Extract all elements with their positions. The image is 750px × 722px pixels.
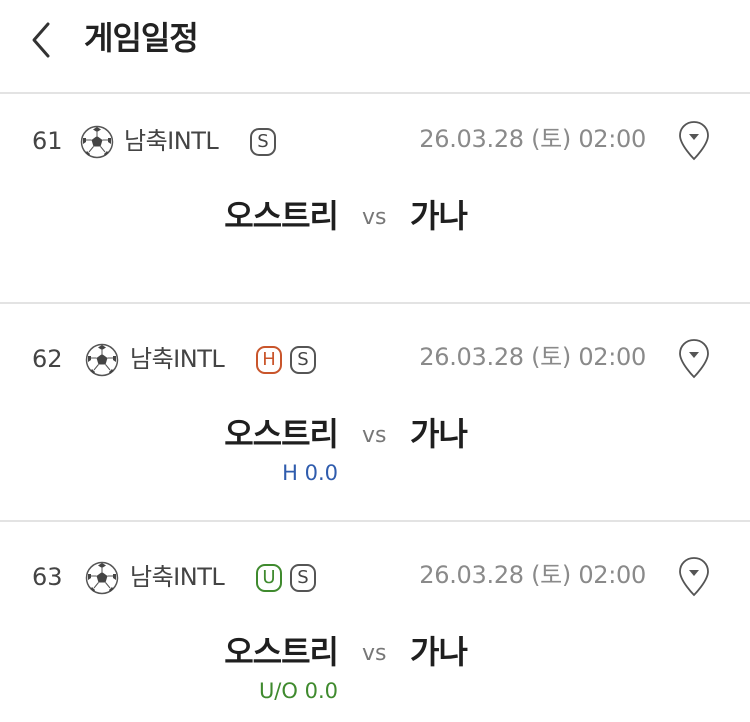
match-number: 63 bbox=[32, 563, 63, 591]
away-team: 가나 bbox=[410, 633, 468, 671]
location-pin-icon[interactable] bbox=[678, 338, 710, 380]
match-row[interactable]: 61 남축INTL S 26.03.28 (토) 02:00 오스트리 vs 가… bbox=[0, 94, 750, 304]
league-name: 남축INTL bbox=[130, 563, 225, 591]
chevron-left-icon[interactable] bbox=[26, 18, 62, 62]
match-row[interactable]: 62 남축INTL H S 26.03.28 (토) 02:00 오스트리 vs… bbox=[0, 304, 750, 522]
single-badge: S bbox=[290, 346, 316, 374]
location-pin-icon[interactable] bbox=[678, 556, 710, 598]
under-over-value: U/O 0.0 bbox=[258, 679, 338, 703]
soccer-ball-icon bbox=[85, 561, 119, 595]
away-team: 가나 bbox=[410, 197, 468, 235]
match-number: 62 bbox=[32, 345, 63, 373]
match-row[interactable]: 63 남축INTL U S 26.03.28 (토) 02:00 오스트리 vs… bbox=[0, 522, 750, 722]
match-datetime: 26.03.28 (토) 02:00 bbox=[419, 343, 646, 371]
vs-label: vs bbox=[362, 205, 387, 230]
single-badge: S bbox=[250, 128, 276, 156]
league-name: 남축INTL bbox=[124, 127, 219, 155]
under-over-badge: U bbox=[256, 564, 282, 592]
home-team: 오스트리 bbox=[224, 633, 339, 671]
soccer-ball-icon bbox=[85, 343, 119, 377]
app-header: 게임일정 bbox=[0, 0, 750, 94]
page-title: 게임일정 bbox=[84, 19, 199, 57]
location-pin-icon[interactable] bbox=[678, 120, 710, 162]
league-name: 남축INTL bbox=[130, 345, 225, 373]
handicap-badge: H bbox=[256, 346, 282, 374]
soccer-ball-icon bbox=[80, 125, 114, 159]
match-datetime: 26.03.28 (토) 02:00 bbox=[419, 125, 646, 153]
match-datetime: 26.03.28 (토) 02:00 bbox=[419, 561, 646, 589]
handicap-value: H 0.0 bbox=[282, 461, 338, 485]
home-team: 오스트리 bbox=[224, 197, 339, 235]
match-number: 61 bbox=[32, 127, 63, 155]
vs-label: vs bbox=[362, 641, 387, 666]
single-badge: S bbox=[290, 564, 316, 592]
home-team: 오스트리 bbox=[224, 415, 339, 453]
away-team: 가나 bbox=[410, 415, 468, 453]
vs-label: vs bbox=[362, 423, 387, 448]
